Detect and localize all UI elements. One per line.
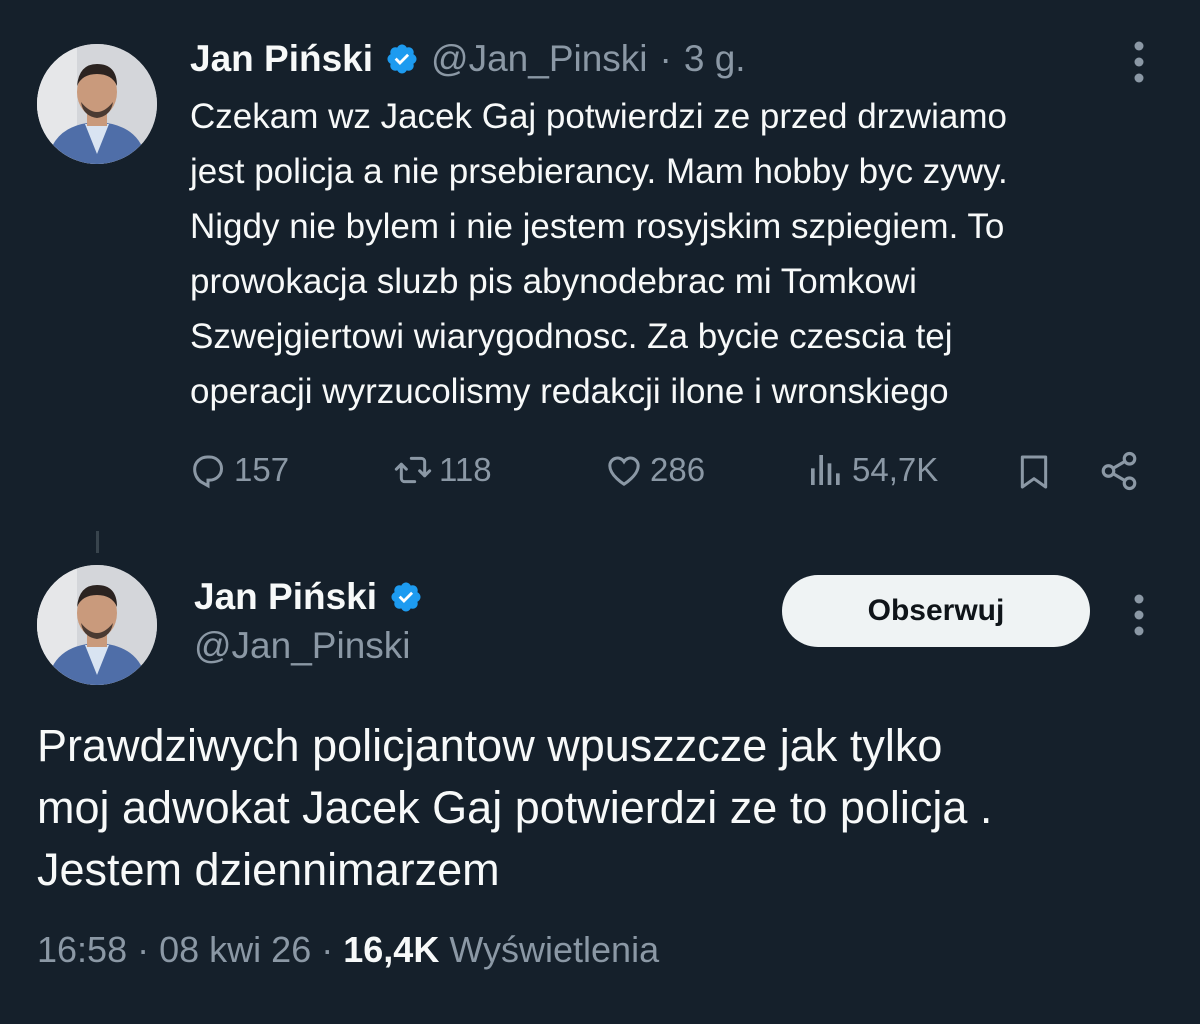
tweet-text: Prawdziwych policjantow wpuszzcze jak ty… <box>37 715 1177 901</box>
tweet-text: Czekam wz Jacek Gaj potwierdzi ze przed … <box>190 89 1180 419</box>
tweet-text-line: moj adwokat Jacek Gaj potwierdzi ze to p… <box>37 782 993 833</box>
tweet-date[interactable]: 08 kwi 26 <box>159 929 311 970</box>
verified-badge-icon <box>387 44 417 74</box>
avatar[interactable] <box>37 565 157 685</box>
tweet-text-line: prowokacja sluzb pis abynodebrac mi Tomk… <box>190 262 917 301</box>
reply-count: 157 <box>234 451 290 488</box>
author-handle[interactable]: @Jan_Pinski <box>431 38 648 80</box>
views-count: 16,4K <box>343 929 440 970</box>
reply-button[interactable]: 157 <box>188 450 289 490</box>
views-count: 54,7K <box>852 451 939 488</box>
retweet-count: 118 <box>439 451 492 488</box>
views-label: Wyświetlenia <box>449 929 660 970</box>
tweet-text-line: Szwejgiertowi wiarygodnosc. Za bycie cze… <box>190 317 953 356</box>
tweet-text-line: jest policja a nie prsebierancy. Mam hob… <box>190 152 1008 191</box>
follow-button[interactable]: Obserwuj <box>782 575 1090 647</box>
tweet-text-line: Czekam wz Jacek Gaj potwierdzi ze przed … <box>190 97 1007 136</box>
retweet-button[interactable]: 118 <box>393 450 492 490</box>
more-icon[interactable] <box>1133 40 1145 84</box>
like-button[interactable]: 286 <box>604 450 705 490</box>
tweet-text-line: operacji wyrzucolismy redakcji ilone i w… <box>190 372 949 411</box>
reply-icon <box>193 455 224 489</box>
author-handle[interactable]: @Jan_Pinski <box>194 625 411 667</box>
tweet-time[interactable]: 3 g. <box>684 38 746 80</box>
author-name[interactable]: Jan Piński <box>194 576 377 618</box>
tweet-meta: 16:58 · 08 kwi 26 · 16,4K Wyświetlenia <box>37 929 659 971</box>
like-count: 286 <box>650 451 706 488</box>
tweet-text-line: Nigdy nie bylem i nie jestem rosyjskim s… <box>190 207 1005 246</box>
separator-dot: · <box>321 929 334 970</box>
more-icon[interactable] <box>1133 593 1145 637</box>
separator-dot: · <box>659 38 672 79</box>
tweet-time[interactable]: 16:58 <box>37 929 127 970</box>
separator-dot: · <box>137 929 150 970</box>
avatar-image <box>37 44 157 164</box>
avatar-image <box>37 565 157 685</box>
bookmark-icon[interactable] <box>1014 452 1054 492</box>
tweet-text-line: Prawdziwych policjantow wpuszzcze jak ty… <box>37 720 943 771</box>
author-name[interactable]: Jan Piński <box>190 38 373 80</box>
verified-badge-icon <box>391 582 421 612</box>
views-button[interactable]: 54,7K <box>806 450 938 490</box>
retweet-icon <box>394 456 432 484</box>
avatar[interactable] <box>37 44 157 164</box>
tweet-text-line: Jestem dziennimarzem <box>37 844 500 895</box>
like-icon <box>608 456 640 486</box>
views-icon <box>811 455 840 485</box>
share-icon[interactable] <box>1098 450 1140 492</box>
thread-connector <box>96 531 99 553</box>
